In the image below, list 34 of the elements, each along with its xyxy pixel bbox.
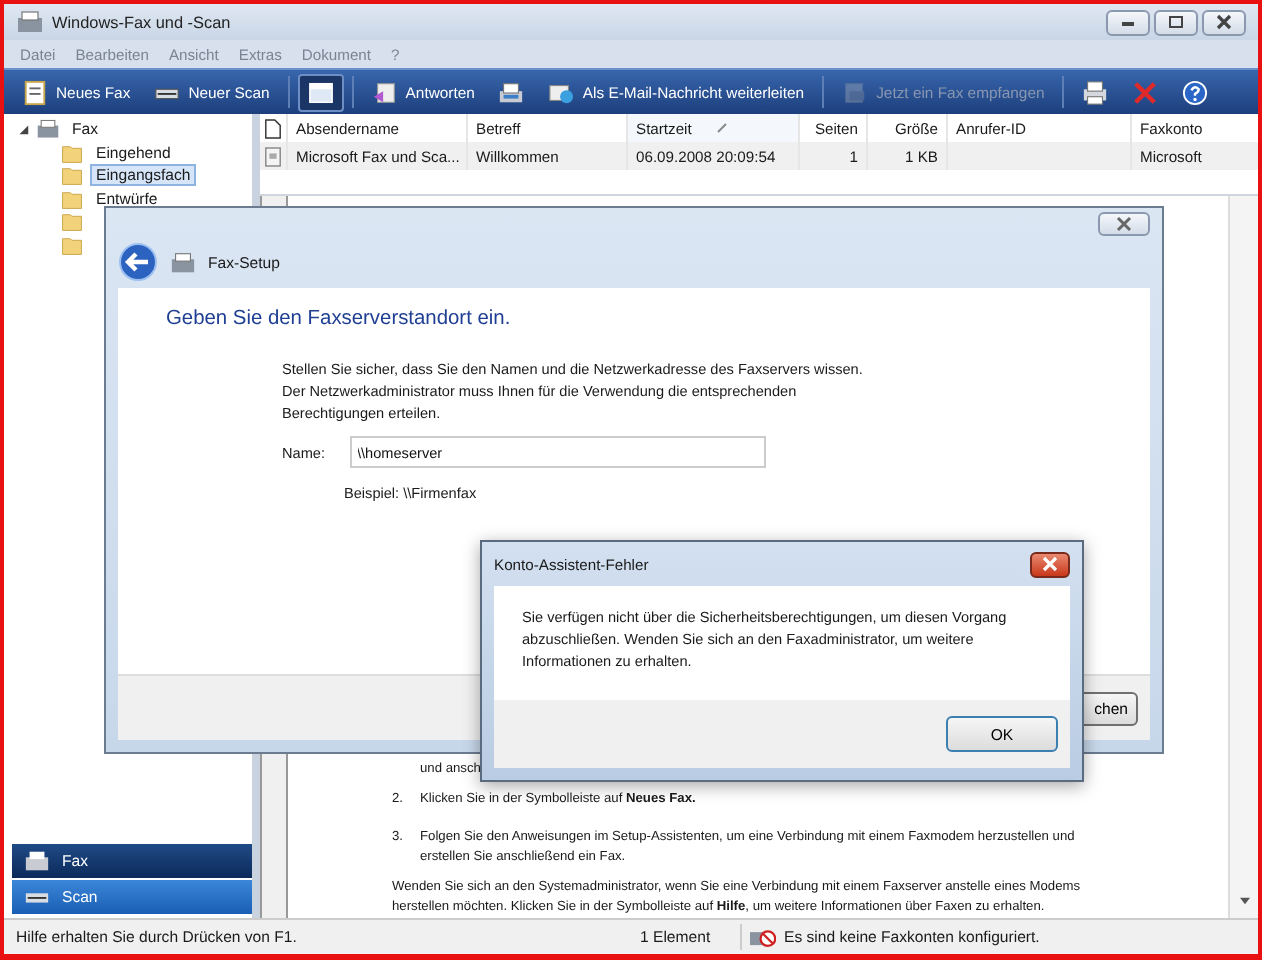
- minimize-button[interactable]: [1106, 9, 1150, 35]
- close-button[interactable]: [1098, 212, 1150, 236]
- document-icon: [22, 79, 48, 105]
- folder-icon: [60, 187, 84, 210]
- back-button[interactable]: [118, 242, 158, 282]
- receive-fax-icon: [842, 79, 869, 105]
- expand-arrow-icon[interactable]: [16, 122, 30, 137]
- delete-icon: [1132, 79, 1159, 105]
- fax-machine-icon: [24, 848, 50, 874]
- email-forward-icon: [548, 79, 575, 105]
- fax-warning-icon: [750, 924, 776, 950]
- close-icon: [1114, 216, 1134, 232]
- printer-icon: [1082, 79, 1109, 105]
- close-icon: [1214, 14, 1234, 30]
- help-icon: [1182, 79, 1209, 105]
- fax-machine-icon: [498, 79, 525, 105]
- fax-machine-icon: [16, 10, 44, 34]
- toolbar-icon-button[interactable]: [297, 73, 344, 111]
- fax-machine-icon: [170, 249, 196, 275]
- maximize-icon: [1166, 16, 1186, 28]
- window-title: Windows-Fax und -Scan: [52, 13, 231, 31]
- dialog-heading: Geben Sie den Faxserverstandort ein.: [166, 308, 513, 330]
- close-button[interactable]: [1030, 551, 1070, 577]
- close-icon: [1040, 556, 1060, 572]
- maximize-button[interactable]: [1154, 9, 1198, 35]
- folder-icon: [60, 141, 84, 164]
- scroll-down-icon[interactable]: [1237, 896, 1251, 906]
- window-icon: [307, 79, 334, 105]
- scrollbar[interactable]: [1228, 196, 1258, 918]
- close-button[interactable]: [1202, 9, 1246, 35]
- folder-icon: [60, 164, 84, 187]
- minimize-icon: [1118, 16, 1138, 28]
- reply-icon: [371, 79, 398, 105]
- sort-indicator-icon: [715, 122, 728, 134]
